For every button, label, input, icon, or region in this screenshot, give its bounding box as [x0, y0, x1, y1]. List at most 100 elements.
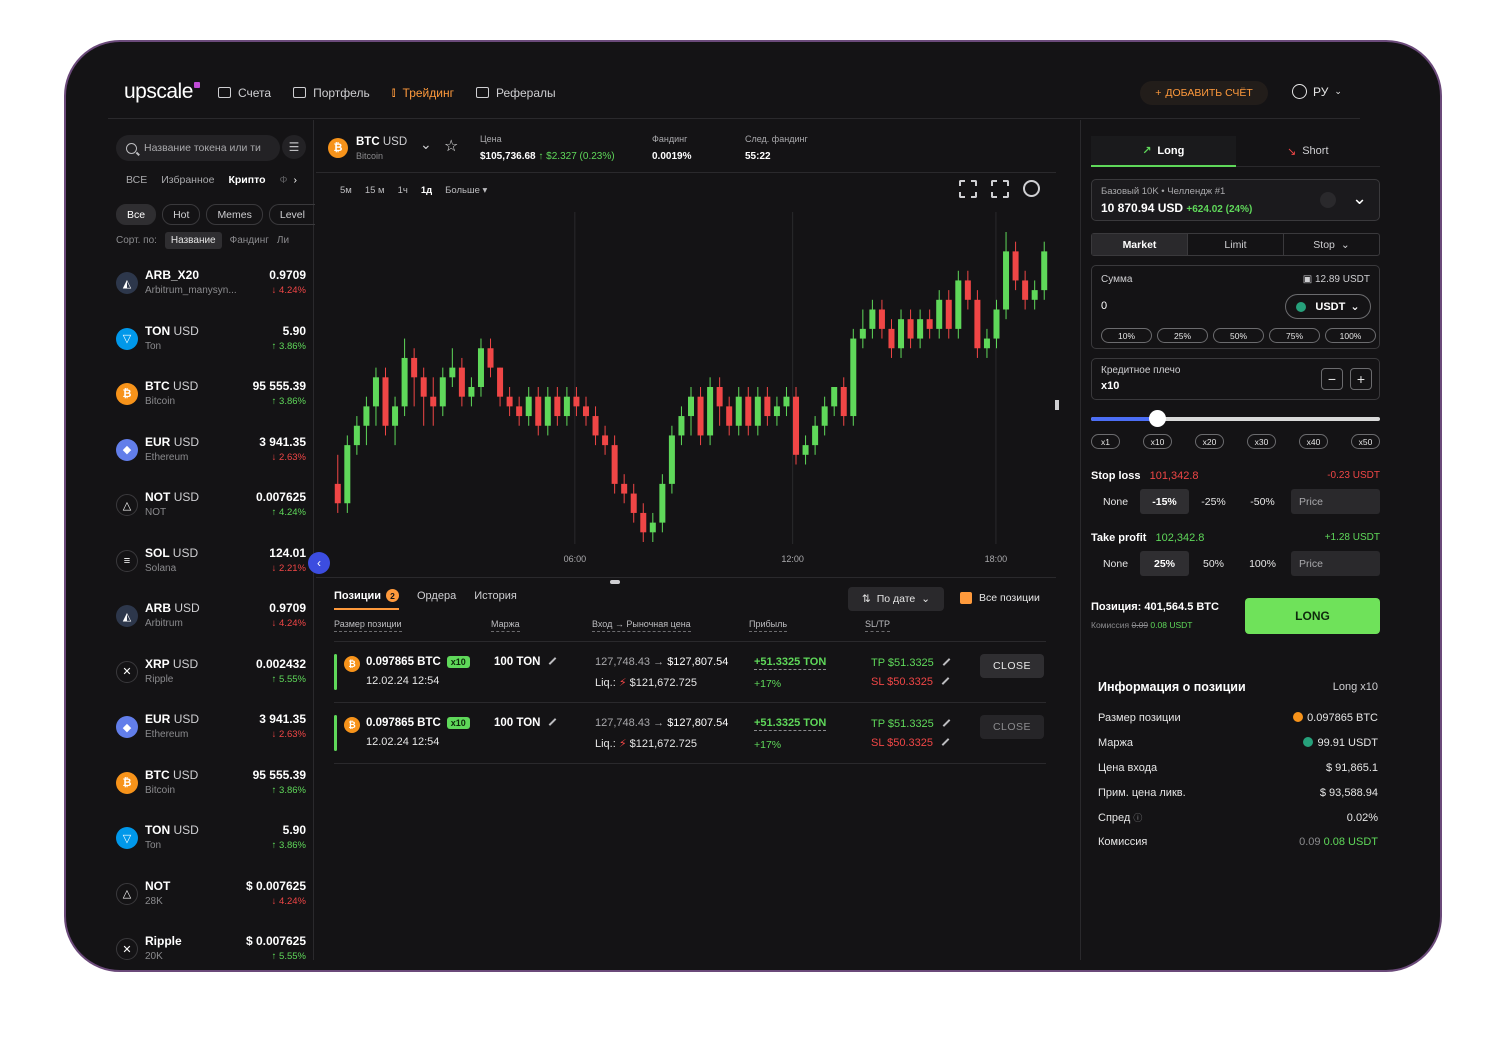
fullscreen-icon[interactable] [991, 180, 1009, 198]
lev-x50[interactable]: x50 [1351, 434, 1380, 449]
tab-long[interactable]: ↗ Long [1091, 136, 1236, 167]
leverage-slider[interactable] [1091, 410, 1380, 427]
edit-icon[interactable] [549, 657, 557, 665]
token-row[interactable]: △ NOT 28K $ 0.007625 ↓ 4.24% [116, 871, 306, 927]
upscale-logo[interactable]: upscale [124, 80, 200, 104]
chevron-right-icon[interactable]: › [294, 174, 298, 186]
tp-25[interactable]: 25% [1140, 551, 1189, 576]
token-row[interactable]: ₿ BTC USD Bitcoin 95 555.39 ↑ 3.86% [116, 760, 306, 816]
tf-more[interactable]: Больше ▾ [445, 185, 487, 196]
account-selector[interactable]: Базовый 10K • Челлендж #1 10 870.94 USD … [1091, 179, 1380, 221]
token-row[interactable]: ◆ EUR USD Ethereum 3 941.35 ↓ 2.63% [116, 427, 306, 483]
pct-25-button[interactable]: 25% [1157, 328, 1208, 343]
sl-price-input[interactable]: Price [1291, 489, 1380, 514]
sl-minus-25[interactable]: -25% [1189, 489, 1238, 514]
sl-none[interactable]: None [1091, 489, 1140, 514]
tab-positions[interactable]: Позиции 2 [334, 589, 399, 610]
chip-hot[interactable]: Hot [162, 204, 201, 225]
sl-minus-15[interactable]: -15% [1140, 489, 1189, 514]
tab-all[interactable]: ВСЕ [126, 174, 147, 186]
lev-x20[interactable]: x20 [1195, 434, 1224, 449]
tf-5m[interactable]: 5м [340, 185, 352, 196]
lev-x30[interactable]: x30 [1247, 434, 1276, 449]
amount-input[interactable]: 0 [1101, 300, 1107, 312]
star-icon[interactable]: ☆ [444, 136, 458, 156]
sort-by-date-button[interactable]: ⇅ По дате ⌄ [848, 587, 944, 611]
candle-up [525, 396, 532, 417]
language-select[interactable]: РУ ⌄ [1292, 84, 1342, 99]
tab-orders[interactable]: Ордера [417, 590, 456, 602]
chip-level[interactable]: Level [268, 204, 315, 225]
filter-button[interactable]: ☰ [282, 135, 306, 159]
long-submit-button[interactable]: LONG [1245, 598, 1380, 634]
sl-minus-50[interactable]: -50% [1238, 489, 1287, 514]
tab-favorites[interactable]: Избранное [161, 174, 214, 186]
collapse-sidebar-button[interactable]: ‹ [308, 552, 330, 574]
panel-resize-handle[interactable] [610, 580, 620, 584]
token-row[interactable]: ✕ Ripple 20K $ 0.007625 ↑ 5.55% [116, 926, 306, 970]
edit-icon[interactable] [549, 718, 557, 726]
add-account-button[interactable]: + ДОБАВИТЬ СЧЁТ [1140, 81, 1268, 105]
edit-icon[interactable] [942, 719, 951, 727]
pct-50-button[interactable]: 50% [1213, 328, 1264, 343]
nav-portfolio[interactable]: Портфель [293, 85, 370, 100]
edit-icon[interactable] [941, 677, 950, 685]
tab-market[interactable]: Market [1092, 234, 1187, 255]
pct-10-button[interactable]: 10% [1101, 328, 1152, 343]
tab-limit[interactable]: Limit [1187, 234, 1283, 255]
token-row[interactable]: ◭ ARB_X20 Arbitrum_manysyn... 0.9709 ↓ 4… [116, 260, 306, 316]
edit-icon[interactable] [941, 738, 950, 746]
sort-more[interactable]: Ли [277, 235, 289, 246]
settings-icon[interactable] [1023, 180, 1040, 197]
tf-15m[interactable]: 15 м [365, 185, 385, 196]
close-position-button[interactable]: CLOSE [980, 654, 1044, 678]
pct-75-button[interactable]: 75% [1269, 328, 1320, 343]
tf-1h[interactable]: 1ч [398, 185, 408, 196]
token-row[interactable]: ▽ TON USD Ton 5.90 ↑ 3.86% [116, 815, 306, 871]
tp-100[interactable]: 100% [1238, 551, 1287, 576]
search-input[interactable]: Название токена или ти [116, 135, 280, 161]
all-positions-toggle[interactable]: Все позиции [960, 592, 1040, 604]
pct-100-button[interactable]: 100% [1325, 328, 1376, 343]
slider-knob[interactable] [1148, 410, 1166, 427]
tab-more[interactable]: Ф [280, 174, 288, 186]
token-row[interactable]: ◭ ARB USD Arbitrum 0.9709 ↓ 4.24% [116, 593, 306, 649]
leverage-minus-button[interactable]: − [1321, 368, 1343, 390]
chevron-down-icon[interactable]: ⌄ [420, 136, 432, 153]
nav-trading[interactable]: ⫾ Трейдинг [392, 85, 454, 100]
sort-name[interactable]: Название [164, 232, 222, 249]
close-position-button[interactable]: CLOSE [980, 715, 1044, 739]
leverage-plus-button[interactable]: + [1350, 368, 1372, 390]
tab-stop[interactable]: Stop ⌄ [1283, 234, 1379, 255]
tp-50[interactable]: 50% [1189, 551, 1238, 576]
nav-referrals[interactable]: Рефералы [475, 85, 556, 100]
ticker-symbol[interactable]: BTC USD [356, 136, 407, 148]
chip-memes[interactable]: Memes [206, 204, 263, 225]
tp-price-input[interactable]: Price [1291, 551, 1380, 576]
token-row[interactable]: △ NOT USD NOT 0.007625 ↑ 4.24% [116, 482, 306, 538]
token-row[interactable]: ≡ SOL USD Solana 124.01 ↓ 2.21% [116, 538, 306, 594]
currency-select[interactable]: USDT ⌄ [1285, 294, 1371, 319]
tp-none[interactable]: None [1091, 551, 1140, 576]
chip-all[interactable]: Все [116, 204, 157, 225]
leverage-value[interactable]: x10 [1101, 380, 1119, 392]
tf-1d[interactable]: 1д [421, 185, 432, 196]
chart-scroll-handle[interactable] [1055, 400, 1059, 410]
lev-x40[interactable]: x40 [1299, 434, 1328, 449]
token-row[interactable]: ◆ EUR USD Ethereum 3 941.35 ↓ 2.63% [116, 704, 306, 760]
token-row[interactable]: ▽ TON USD Ton 5.90 ↑ 3.86% [116, 316, 306, 372]
checkbox[interactable] [960, 592, 972, 604]
tab-short[interactable]: ↘ Short [1235, 136, 1380, 167]
candlestick-chart[interactable]: 06:00 12:00 18:00 [328, 212, 1054, 572]
nav-accounts[interactable]: Счета [218, 85, 271, 100]
info-icon[interactable]: ⓘ [1133, 813, 1142, 823]
crop-icon[interactable] [959, 180, 977, 198]
edit-icon[interactable] [942, 658, 951, 666]
lev-x1[interactable]: x1 [1091, 434, 1120, 449]
tab-crypto[interactable]: Крипто [228, 174, 265, 186]
lev-x10[interactable]: x10 [1143, 434, 1172, 449]
tab-history[interactable]: История [474, 590, 517, 602]
token-row[interactable]: ₿ BTC USD Bitcoin 95 555.39 ↑ 3.86% [116, 371, 306, 427]
sort-funding[interactable]: Фандинг [230, 235, 269, 246]
token-row[interactable]: ✕ XRP USD Ripple 0.002432 ↑ 5.55% [116, 649, 306, 705]
